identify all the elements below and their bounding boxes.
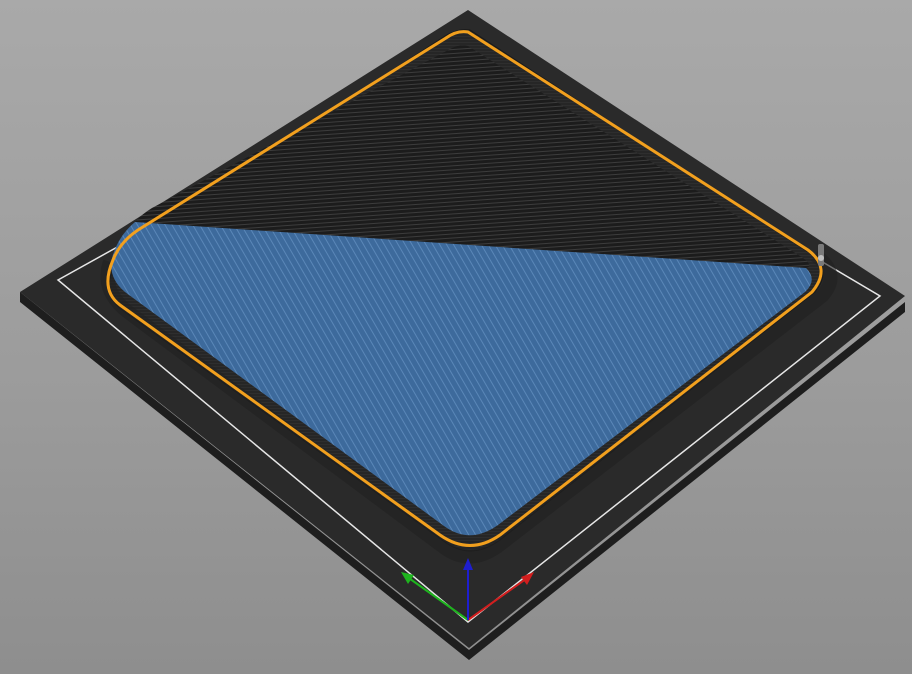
printed-object[interactable] (100, 29, 838, 564)
scene-canvas[interactable] (0, 0, 912, 674)
3d-viewport[interactable] (0, 0, 912, 674)
seam-marker (818, 244, 824, 266)
